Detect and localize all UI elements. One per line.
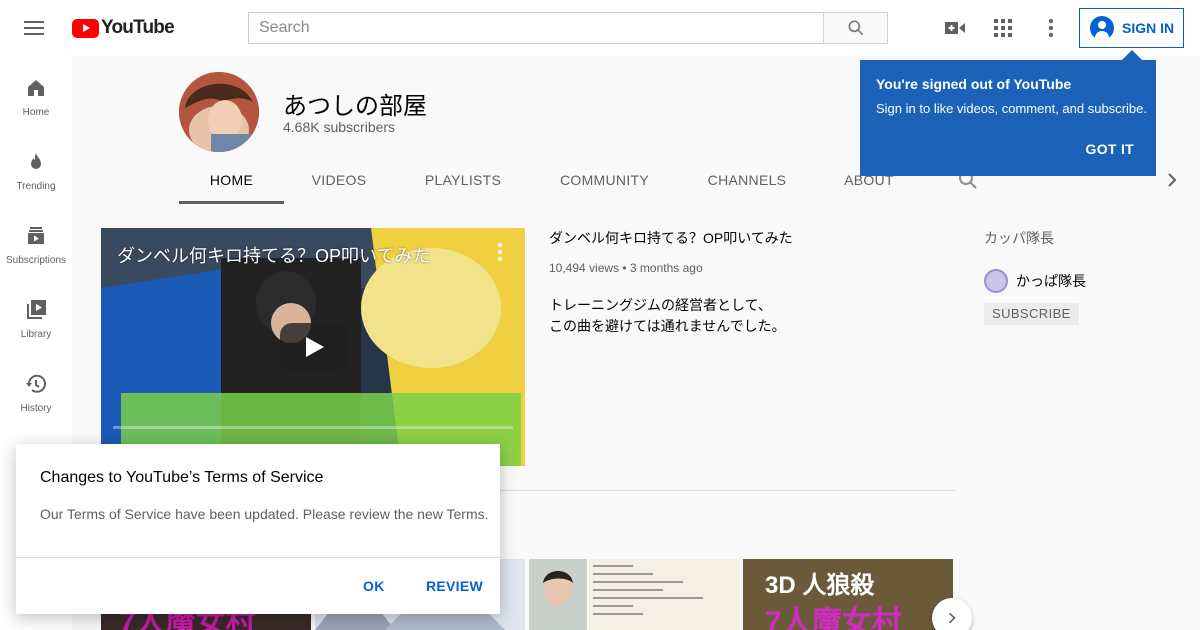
sign-in-button[interactable]: SIGN IN	[1079, 8, 1184, 48]
guide-label-subscriptions: Subscriptions	[5, 255, 67, 266]
apps-grid-icon	[994, 19, 1012, 37]
tooltip-body: Sign in to like videos, comment, and sub…	[876, 101, 1147, 116]
signed-out-tooltip: You're signed out of YouTube Sign in to …	[860, 50, 1156, 176]
guide-label-history: History	[20, 403, 52, 414]
description-line: トレーニングジムの経営者として、	[549, 297, 772, 313]
apps-button[interactable]	[991, 16, 1015, 40]
more-vert-icon	[1049, 19, 1053, 37]
featured-channels-heading: カッパ隊長	[984, 230, 1054, 246]
history-icon	[26, 374, 46, 393]
featured-video-meta: 10,494 views • 3 months ago	[549, 261, 703, 275]
guide-item-trending[interactable]: Trending	[0, 130, 72, 204]
player-more-icon[interactable]	[497, 242, 503, 262]
settings-menu-button[interactable]	[1039, 16, 1063, 40]
chevron-right-icon	[949, 612, 956, 624]
review-button[interactable]: REVIEW	[426, 578, 483, 594]
guide-item-subscriptions[interactable]: Subscriptions	[0, 204, 72, 278]
tab-videos[interactable]: VIDEOS	[284, 160, 394, 204]
menu-icon[interactable]	[24, 18, 48, 38]
library-icon	[27, 300, 46, 319]
search-icon	[848, 20, 863, 36]
guide-item-library[interactable]: Library	[0, 278, 72, 352]
logo-text: YouTube	[101, 17, 175, 38]
shelf-next-button[interactable]	[932, 598, 972, 630]
guide-label-home: Home	[22, 107, 50, 118]
terms-of-service-dialog: Changes to YouTube’s Terms of Service Ou…	[16, 444, 500, 614]
subscriber-count: 4.68K subscribers	[283, 119, 396, 135]
tooltip-title: You're signed out of YouTube	[876, 76, 1072, 92]
shelf-thumbnail[interactable]: 3D 人狼殺 7人魔女村	[743, 559, 953, 630]
featured-video-title[interactable]: ダンベル何キロ持てる？OP叩いてみた	[549, 228, 793, 248]
description-line: この曲を避けては通れませんでした。	[549, 318, 786, 334]
dialog-divider	[16, 557, 500, 558]
thumbnail-face	[529, 559, 587, 630]
flame-icon	[31, 153, 41, 169]
subscriptions-icon	[28, 227, 44, 244]
tab-home[interactable]: HOME	[179, 160, 284, 204]
subscribe-button[interactable]: SUBSCRIBE	[984, 303, 1079, 325]
guide-item-home[interactable]: Home	[0, 56, 72, 130]
search-input[interactable]: Search	[248, 12, 824, 44]
tab-community[interactable]: COMMUNITY	[532, 160, 677, 204]
masthead: YouTube Search SIGN IN	[0, 0, 1200, 56]
create-video-button[interactable]	[943, 16, 967, 40]
channel-tabs: HOME VIDEOS PLAYLISTS COMMUNITY CHANNELS…	[179, 160, 921, 204]
featured-channel-avatar	[984, 269, 1008, 293]
dialog-title: Changes to YouTube’s Terms of Service	[40, 469, 324, 486]
ok-button[interactable]: OK	[363, 578, 385, 594]
featured-channel-link[interactable]: かっぱ隊長	[984, 269, 1086, 293]
tab-channels[interactable]: CHANNELS	[677, 160, 817, 204]
guide-label-library: Library	[20, 329, 52, 340]
featured-video-description: トレーニングジムの経営者として、 この曲を避けては通れませんでした。	[549, 295, 786, 337]
chevron-right-icon[interactable]	[1162, 170, 1182, 190]
progress-bar[interactable]	[113, 426, 513, 429]
youtube-play-logo-icon	[72, 18, 99, 38]
video-camera-icon	[945, 22, 965, 34]
guide-item-history[interactable]: History	[0, 352, 72, 426]
thumbnail-chat	[589, 559, 739, 630]
thumbnail-text: 7人魔女村	[765, 606, 902, 630]
search-button[interactable]	[823, 12, 888, 44]
shelf-thumbnail[interactable]	[529, 559, 739, 630]
play-button[interactable]	[280, 323, 348, 371]
upload-age: 3 months ago	[629, 261, 703, 275]
channel-name: あつしの部屋	[283, 93, 427, 120]
channel-avatar[interactable]	[179, 72, 259, 152]
tab-playlists[interactable]: PLAYLISTS	[394, 160, 532, 204]
dialog-body: Our Terms of Service have been updated. …	[40, 506, 489, 522]
account-icon	[1090, 16, 1114, 40]
channel-avatar-image	[179, 72, 259, 152]
featured-channel-name: かっぱ隊長	[1016, 273, 1086, 289]
featured-video-player[interactable]: ダンベル何キロ持てる？OP叩いてみた	[101, 228, 525, 466]
youtube-logo[interactable]: YouTube	[72, 17, 175, 39]
guide-label-trending: Trending	[16, 181, 56, 192]
player-title: ダンベル何キロ持てる？OP叩いてみた	[117, 246, 431, 266]
thumbnail-text: 3D 人狼殺	[765, 572, 875, 599]
got-it-button[interactable]: GOT IT	[1086, 141, 1134, 157]
sign-in-label: SIGN IN	[1122, 20, 1175, 36]
home-icon	[28, 80, 44, 96]
view-count: 10,494 views	[549, 261, 620, 275]
